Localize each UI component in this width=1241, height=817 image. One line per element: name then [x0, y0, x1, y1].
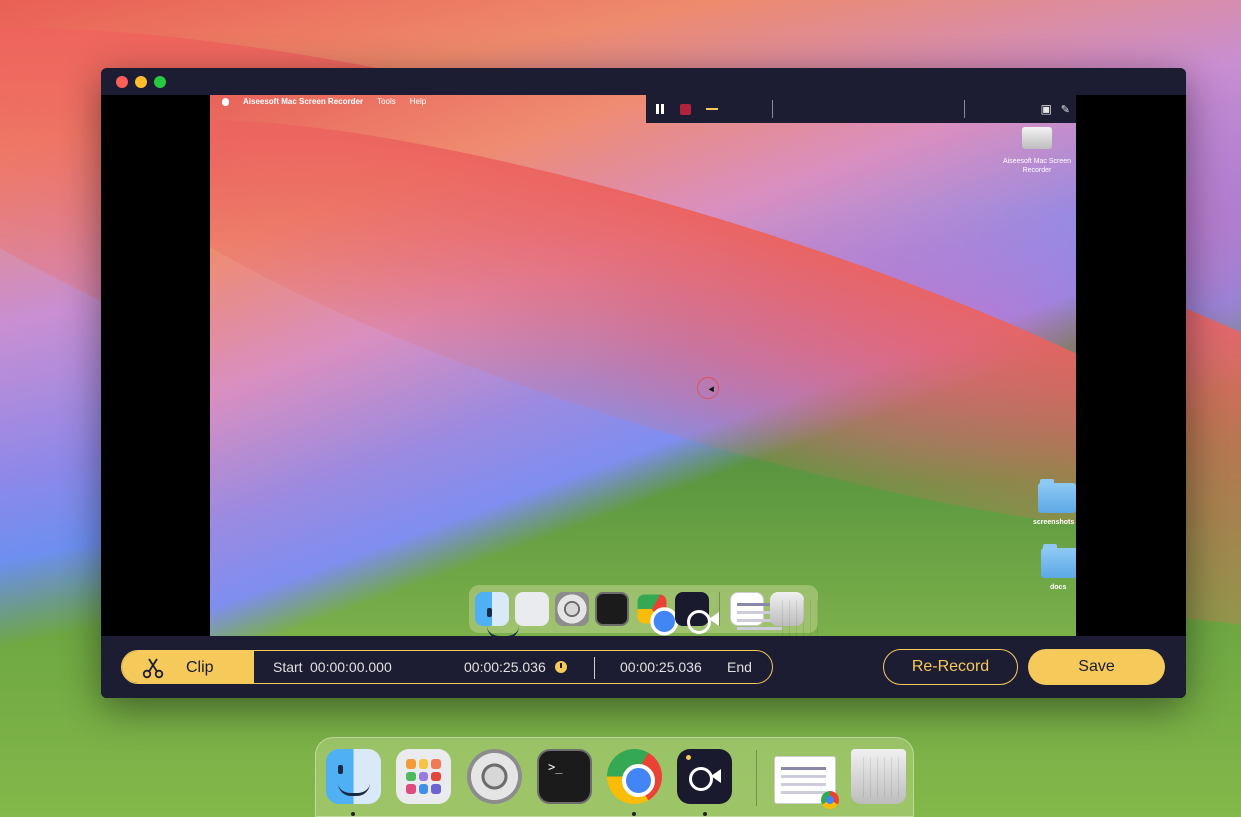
zoom-window-button[interactable]	[154, 76, 166, 88]
clock-icon[interactable]	[555, 661, 567, 673]
folder-icon	[1038, 479, 1076, 513]
preview-app-name: Aiseesoft Mac Screen Recorder	[243, 97, 364, 106]
edit-icon[interactable]: ✎	[1061, 103, 1070, 116]
close-window-button[interactable]	[116, 76, 128, 88]
stop-icon[interactable]	[680, 103, 691, 115]
recording-toolbar: ▣ ✎	[646, 95, 1076, 123]
running-indicator	[703, 812, 707, 816]
document-icon[interactable]	[774, 756, 839, 809]
recording-preview: Aiseesoft Mac Screen Recorder Tools Help…	[210, 95, 1076, 636]
folder-label-docs: docs	[1050, 584, 1067, 591]
toolbar-divider	[772, 100, 773, 118]
end-label: End	[727, 659, 752, 675]
minimize-window-button[interactable]	[135, 76, 147, 88]
terminal-icon	[595, 592, 629, 626]
terminal-icon[interactable]: >_	[537, 749, 592, 804]
drive-icon	[1022, 127, 1052, 149]
dock: >_	[315, 737, 914, 817]
pause-icon[interactable]	[655, 104, 665, 114]
drive-label: Aiseesoft Mac Screen Recorder	[1002, 158, 1072, 174]
recorder-window: Aiseesoft Mac Screen Recorder Tools Help…	[101, 68, 1186, 698]
screen-recorder-icon[interactable]	[677, 749, 732, 804]
document-icon	[730, 592, 782, 626]
end-time-field[interactable]: 00:00:25.036	[620, 659, 702, 675]
running-indicator	[632, 812, 636, 816]
save-button[interactable]: Save	[1028, 649, 1165, 685]
chrome-icon	[637, 594, 679, 636]
screen-recorder-icon	[675, 592, 719, 634]
clip-control-bar: Clip Start 00:00:00.000 00:00:25.036 00:…	[101, 636, 1186, 698]
finder-icon[interactable]	[326, 749, 381, 804]
toolbar-divider	[964, 100, 965, 118]
start-label: Start	[273, 659, 303, 675]
clip-range-bar: Clip Start 00:00:00.000 00:00:25.036 00:…	[121, 650, 773, 684]
system-settings-icon	[555, 592, 589, 626]
chrome-badge-icon	[821, 791, 839, 809]
trash-icon	[770, 592, 818, 636]
finder-icon	[475, 592, 509, 626]
preview-wallpaper-wave	[210, 95, 1076, 606]
dock-separator	[756, 750, 757, 806]
launchpad-icon[interactable]	[396, 749, 451, 804]
range-divider	[594, 657, 595, 679]
recording-dot-icon	[686, 755, 691, 760]
preview-dock	[469, 585, 818, 636]
preview-menu-tools: Tools	[377, 97, 396, 106]
start-time-field[interactable]: 00:00:00.000	[310, 659, 392, 675]
current-time-readout: 00:00:25.036	[464, 659, 546, 675]
camera-icon[interactable]: ▣	[1040, 102, 1051, 116]
title-bar	[101, 68, 1186, 95]
apple-icon	[222, 97, 229, 106]
minimize-icon[interactable]	[706, 108, 718, 110]
folder-label-screenshots: screenshots	[1033, 519, 1075, 526]
rerecord-button[interactable]: Re-Record	[883, 649, 1018, 685]
system-settings-icon[interactable]	[467, 749, 522, 804]
running-indicator	[351, 812, 355, 816]
clip-button[interactable]: Clip	[122, 651, 254, 683]
chrome-icon[interactable]	[607, 749, 662, 804]
preview-menu-help: Help	[409, 97, 427, 106]
dock-separator	[719, 592, 720, 626]
terminal-glyph: >_	[548, 760, 563, 774]
cursor-highlight-icon	[697, 377, 719, 399]
clip-label: Clip	[186, 659, 214, 676]
folder-icon	[1041, 544, 1076, 578]
scissors-icon	[142, 658, 164, 679]
launchpad-grid	[406, 759, 441, 794]
trash-icon[interactable]	[851, 749, 906, 804]
launchpad-icon	[515, 592, 549, 626]
